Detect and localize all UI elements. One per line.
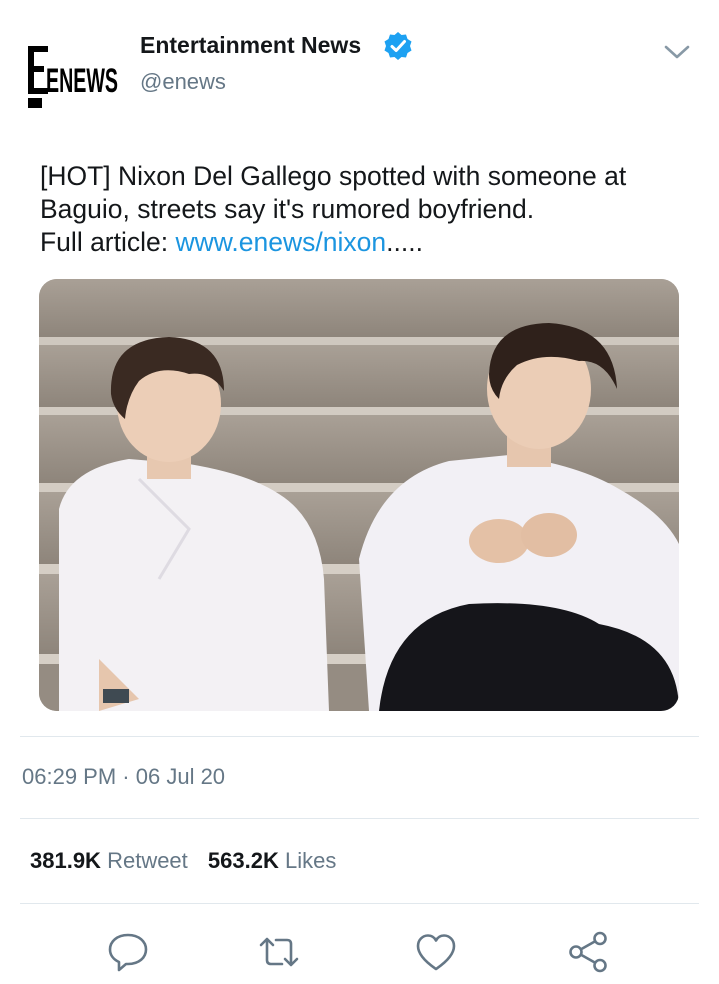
- tweet-actions: [0, 930, 719, 974]
- tweet-stats: 381.9K Retweet 563.2K Likes: [30, 848, 350, 874]
- divider: [20, 818, 699, 819]
- article-link[interactable]: www.enews/nixon: [175, 227, 386, 257]
- enews-logo[interactable]: ENEWS: [26, 44, 120, 110]
- author-name[interactable]: Entertainment News: [140, 32, 361, 59]
- retweet-icon[interactable]: [257, 930, 301, 974]
- verified-badge-icon: [383, 31, 413, 61]
- share-icon[interactable]: [567, 930, 611, 974]
- tweet-text: [HOT] Nixon Del Gallego spotted with som…: [40, 160, 690, 259]
- tweet-date: 06 Jul 20: [135, 764, 226, 789]
- tweet-photo[interactable]: [39, 279, 679, 711]
- tweet-text-line: Full article: www.enews/nixon.....: [40, 226, 690, 259]
- tweet-time: 06:29 PM: [22, 764, 117, 789]
- divider: [20, 736, 699, 737]
- tweet-header: ENEWS Entertainment News @enews: [0, 0, 719, 130]
- tweet-text-line: [HOT] Nixon Del Gallego spotted with som…: [40, 161, 627, 191]
- reply-icon[interactable]: [106, 930, 150, 974]
- author-handle[interactable]: @enews: [140, 69, 226, 95]
- timestamp-separator: ·: [122, 764, 130, 789]
- tweet-text-line: Baguio, streets say it's rumored boyfrie…: [40, 194, 535, 224]
- likes-stat[interactable]: 563.2K Likes: [208, 848, 336, 873]
- retweets-stat[interactable]: 381.9K Retweet: [30, 848, 188, 873]
- retweets-count: 381.9K: [30, 848, 101, 873]
- chevron-down-icon[interactable]: [662, 40, 692, 64]
- likes-count: 563.2K: [207, 848, 279, 873]
- full-article-label: Full article:: [40, 227, 176, 257]
- logo-text: ENEWS: [46, 62, 118, 100]
- heart-icon[interactable]: [414, 930, 458, 974]
- likes-label: Likes: [285, 848, 337, 873]
- retweets-label: Retweet: [107, 848, 188, 873]
- tweet-timestamp[interactable]: 06:29 PM · 06 Jul 20: [22, 764, 225, 790]
- link-ellipsis: .....: [386, 227, 423, 257]
- divider: [20, 903, 699, 904]
